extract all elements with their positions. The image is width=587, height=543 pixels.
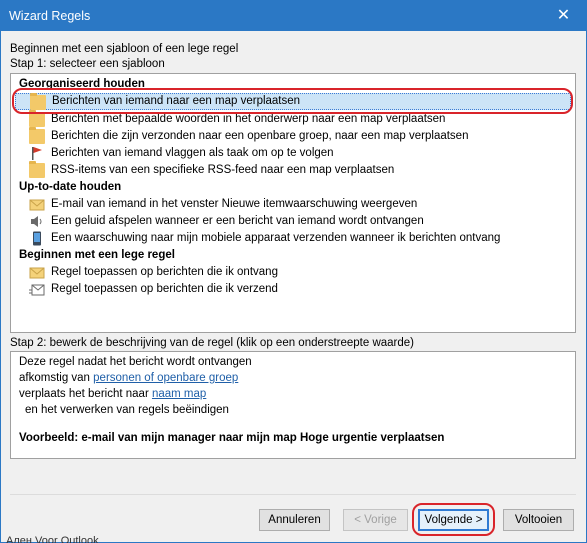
template-item-apply-received[interactable]: Regel toepassen op berichten die ik ontv… [15,264,571,281]
group-header-blank: Beginnen met een lege regel [19,249,175,261]
template-item-rss[interactable]: RSS-items van een specifieke RSS-feed na… [15,161,571,179]
step2-label: Stap 2: bewerk de beschrijving van de re… [10,337,415,349]
flag-icon [29,146,45,161]
group-header-uptodate: Up-to-date houden [19,181,122,193]
template-label: Berichten van iemand vlaggen als taak om… [51,147,334,159]
desc-line-2-text: afkomstig van [19,372,94,384]
footer-clipped-text: Ален Voor Outlook [6,535,99,543]
template-label: Een geluid afspelen wanneer er een beric… [51,215,424,227]
template-item-move-from-someone[interactable]: Berichten van iemand naar een map verpla… [15,93,571,110]
template-label: Een waarschuwing naar mijn mobiele appar… [51,232,501,244]
folder-icon [29,161,45,178]
template-label: RSS-items van een specifieke RSS-feed na… [51,164,395,176]
desc-line-3-text: verplaats het bericht naar [19,388,152,400]
template-item-mobile[interactable]: Een waarschuwing naar mijn mobiele appar… [15,230,571,247]
template-label: Berichten die zijn verzonden naar een op… [51,130,469,142]
intro-text: Beginnen met een sjabloon of een lege re… [10,43,239,55]
desc-line-1: Deze regel nadat het bericht wordt ontva… [19,356,252,368]
template-label: Berichten met bepaalde woorden in het on… [51,113,446,125]
template-label: Regel toepassen op berichten die ik ontv… [51,266,278,278]
template-label: E-mail van iemand in het venster Nieuwe … [51,198,418,210]
template-item-move-public-group[interactable]: Berichten die zijn verzonden naar een op… [15,127,571,145]
folder-name-link[interactable]: naam map [152,388,206,400]
example-text: Voorbeeld: e-mail van mijn manager naar … [19,432,445,444]
group-header-organized: Georganiseerd houden [19,78,145,90]
template-list: Georganiseerd houden Berichten van ieman… [10,73,576,333]
template-label: Regel toepassen op berichten die ik verz… [51,283,278,295]
speaker-icon [29,214,45,229]
phone-icon [29,231,45,246]
folder-icon [29,127,45,144]
folder-icon [30,93,46,110]
rule-description: Deze regel nadat het bericht wordt ontva… [10,351,576,459]
title-bar: Wizard Regels ✕ [1,1,586,31]
template-item-flag[interactable]: Berichten van iemand vlaggen als taak om… [15,145,571,162]
back-button[interactable]: < Vorige [343,509,408,531]
close-icon[interactable]: ✕ [541,1,586,31]
folder-icon [29,110,45,127]
template-label: Berichten van iemand naar een map verpla… [52,95,301,107]
template-item-alert-window[interactable]: E-mail van iemand in het venster Nieuwe … [15,196,571,213]
template-item-move-by-words[interactable]: Berichten met bepaalde woorden in het on… [15,110,571,128]
template-item-sound[interactable]: Een geluid afspelen wanneer er een beric… [15,213,571,230]
envelope-icon [29,197,45,212]
send-icon [29,282,45,297]
window-title: Wizard Regels [9,9,91,23]
envelope-icon [29,265,45,280]
desc-line-3: verplaats het bericht naar naam map [19,388,206,400]
desc-line-2: afkomstig van personen of openbare groep [19,372,238,384]
desc-line-4: en het verwerken van regels beëindigen [25,404,229,416]
people-or-group-link[interactable]: personen of openbare groep [93,372,238,384]
finish-button[interactable]: Voltooien [503,509,574,531]
step1-label: Stap 1: selecteer een sjabloon [10,58,165,70]
next-button[interactable]: Volgende > [418,509,489,531]
template-item-apply-sent[interactable]: Regel toepassen op berichten die ik verz… [15,281,571,298]
cancel-button[interactable]: Annuleren [259,509,330,531]
separator [10,494,576,495]
